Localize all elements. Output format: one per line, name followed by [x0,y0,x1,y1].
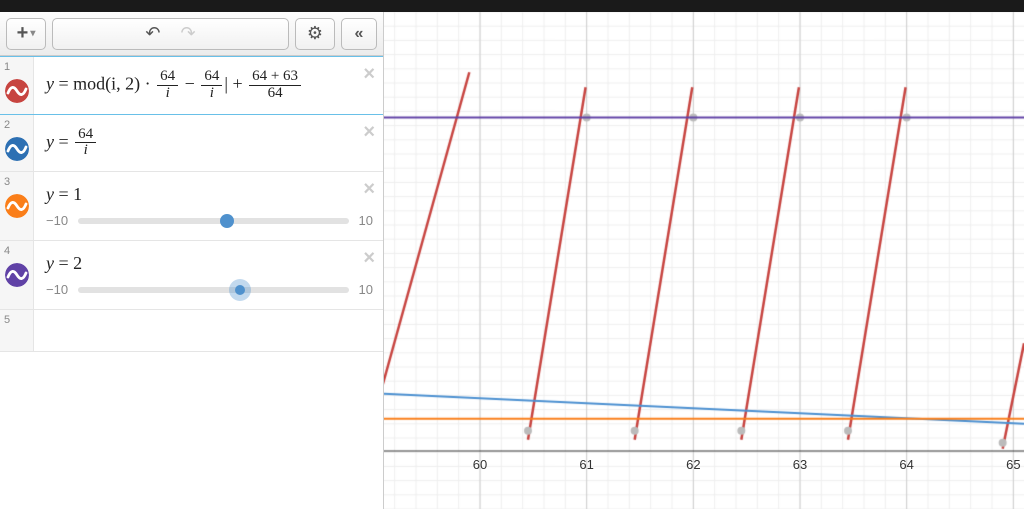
x-tick-label: 60 [473,457,487,472]
x-tick-label: 63 [793,457,807,472]
delete-expression-button[interactable]: × [363,247,375,270]
slider-track[interactable] [78,218,348,224]
redo-icon[interactable]: ↷ [181,23,196,44]
settings-button[interactable]: ⚙ [295,18,335,50]
wave-icon [5,263,29,287]
slider-thumb[interactable] [220,214,234,228]
expression-index: 5 [0,310,34,351]
slider-track[interactable] [78,287,348,293]
toolbar: +▾ ↶ ↷ ⚙ « [0,12,383,56]
delete-expression-button[interactable]: × [363,178,375,201]
wave-icon [5,137,29,161]
expression-index: 1 [0,57,34,114]
expression-row[interactable]: 4 y = 2 −10 10 × [0,241,383,310]
slider[interactable]: −10 10 [46,213,373,228]
wave-icon [5,79,29,103]
delete-expression-button[interactable]: × [363,63,375,86]
x-tick-label: 61 [579,457,593,472]
expression-index: 2 [0,115,34,172]
expression-formula[interactable]: y = 1 −10 10 [34,172,383,240]
undo-icon[interactable]: ↶ [145,23,160,44]
slider-max: 10 [359,213,373,228]
slider[interactable]: −10 10 [46,282,373,297]
gear-icon: ⚙ [307,23,323,44]
expression-index: 3 [0,172,34,240]
chevron-left-icon: « [355,25,364,43]
x-tick-label: 64 [899,457,913,472]
undo-redo-group[interactable]: ↶ ↷ [52,18,289,50]
collapse-sidebar-button[interactable]: « [341,18,377,50]
expression-formula[interactable]: y = mod(i, 2) · 64i − 64i| + 64 + 6364 [34,57,383,114]
expression-row[interactable]: 2 y = 64i × [0,115,383,173]
expression-row[interactable]: 5 [0,310,383,352]
wave-icon [5,194,29,218]
delete-expression-button[interactable]: × [363,121,375,144]
slider-thumb[interactable] [229,279,251,301]
x-tick-label: 62 [686,457,700,472]
slider-min: −10 [46,213,68,228]
expression-row[interactable]: 3 y = 1 −10 10 × [0,172,383,241]
expression-formula[interactable]: y = 64i [34,115,383,172]
caret-down-icon: ▾ [30,28,35,39]
expression-row[interactable]: 1 y = mod(i, 2) · 64i − 64i| + 64 + 6364… [0,56,383,115]
main: +▾ ↶ ↷ ⚙ « 1 y = mod(i, 2) · 64i − 64i| … [0,12,1024,509]
expression-formula[interactable] [34,310,383,351]
window-titlebar [0,0,1024,12]
expression-formula[interactable]: y = 2 −10 10 [34,241,383,309]
slider-min: −10 [46,282,68,297]
add-expression-button[interactable]: +▾ [6,18,46,50]
x-tick-label: 65 [1006,457,1020,472]
expression-index: 4 [0,241,34,309]
graph-area[interactable]: 60 61 62 63 64 65 [384,12,1024,509]
expression-list: 1 y = mod(i, 2) · 64i − 64i| + 64 + 6364… [0,56,383,509]
sidebar: +▾ ↶ ↷ ⚙ « 1 y = mod(i, 2) · 64i − 64i| … [0,12,384,509]
slider-max: 10 [359,282,373,297]
